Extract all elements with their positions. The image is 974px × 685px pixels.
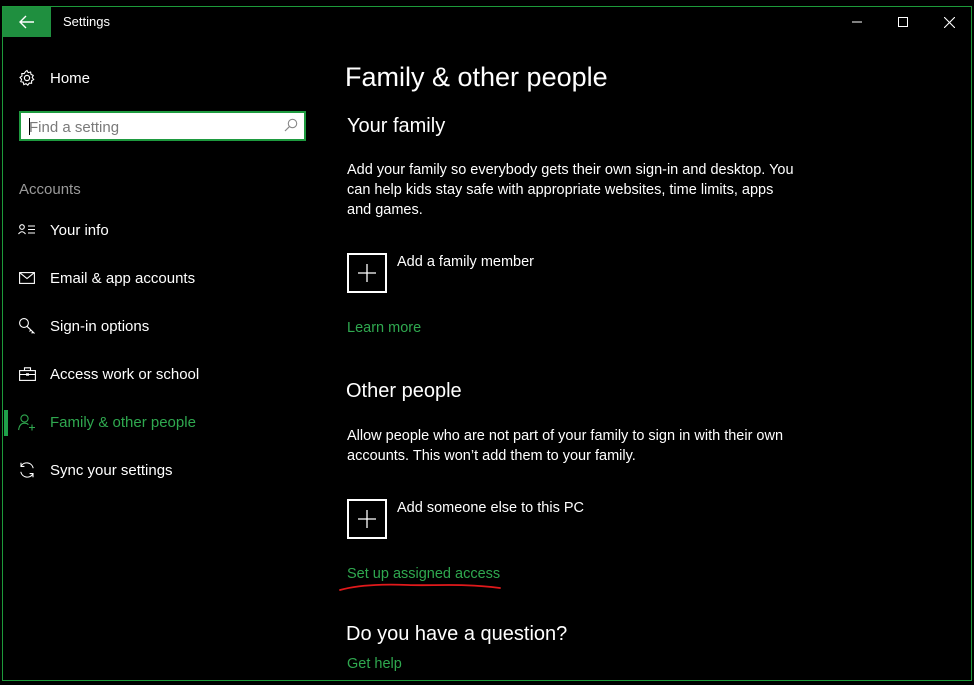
page-title: Family & other people [345, 62, 608, 92]
search-box[interactable] [19, 111, 306, 141]
sidebar-item-sign-in-options[interactable]: Sign-in options [18, 312, 149, 340]
add-someone-else-label: Add someone else to this PC [397, 500, 584, 516]
close-icon [943, 16, 955, 28]
other-people-heading: Other people [346, 380, 462, 402]
search-icon[interactable] [284, 118, 298, 137]
gear-icon [18, 69, 36, 87]
other-people-description: Allow people who are not part of your fa… [347, 428, 784, 464]
back-button[interactable] [3, 7, 51, 37]
key-icon [18, 317, 36, 335]
title-bar [3, 7, 971, 37]
your-family-description: Add your family so everybody gets their … [347, 162, 794, 218]
sync-icon [18, 461, 36, 479]
sidebar-item-label: Sync your settings [50, 461, 173, 479]
person-card-icon [18, 221, 36, 239]
plus-box [347, 499, 387, 539]
sidebar-item-email-app-accounts[interactable]: Email & app accounts [18, 264, 195, 292]
person-add-icon [18, 413, 36, 431]
sidebar-item-access-work-school[interactable]: Access work or school [18, 360, 199, 388]
sidebar-item-label: Email & app accounts [50, 269, 196, 287]
sidebar-item-your-info[interactable]: Your info [18, 216, 109, 244]
question-heading: Do you have a question? [346, 623, 568, 645]
briefcase-icon [18, 365, 36, 383]
mail-icon [18, 269, 36, 287]
sidebar-item-label: Your info [50, 221, 109, 239]
sidebar-item-label: Family & other people [50, 413, 196, 431]
window-title: Settings [63, 14, 110, 29]
plus-icon [358, 510, 376, 528]
close-button[interactable] [926, 7, 972, 37]
sidebar-item-home[interactable]: Home [18, 64, 90, 92]
search-input[interactable] [29, 116, 269, 138]
minimize-button[interactable] [834, 7, 880, 37]
sidebar-home-label: Home [50, 69, 91, 87]
learn-more-link[interactable]: Learn more [347, 320, 421, 336]
your-family-heading: Your family [347, 115, 446, 137]
sidebar-item-sync-settings[interactable]: Sync your settings [18, 456, 173, 484]
maximize-button[interactable] [880, 7, 926, 37]
sidebar-item-family-other-people[interactable]: Family & other people [18, 408, 196, 436]
sidebar-item-label: Access work or school [50, 365, 200, 383]
text-cursor [29, 118, 30, 135]
sidebar-item-label: Sign-in options [50, 317, 150, 335]
get-help-link[interactable]: Get help [347, 656, 402, 672]
add-family-member-label: Add a family member [397, 254, 534, 270]
selection-indicator [4, 410, 8, 436]
red-underline-annotation [339, 583, 501, 591]
back-arrow-icon [19, 15, 34, 29]
maximize-icon [898, 17, 908, 27]
plus-icon [358, 264, 376, 282]
plus-box [347, 253, 387, 293]
minimize-icon [852, 21, 862, 23]
section-label-accounts: Accounts [19, 181, 81, 198]
